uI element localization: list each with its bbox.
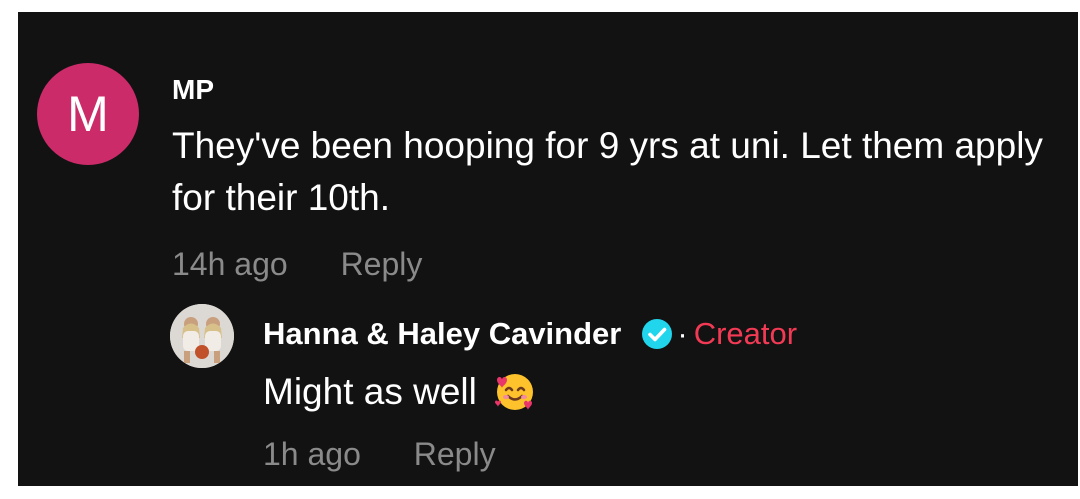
comment-text: They've been hooping for 9 yrs at uni. L… (172, 125, 1043, 218)
separator-dot: · (677, 316, 688, 351)
comment-author[interactable]: MP (172, 72, 214, 108)
comments-panel: M MP They've been hooping for 9 yrs at u… (18, 12, 1078, 486)
reply-text: Might as well (263, 371, 477, 412)
avatar[interactable]: M (37, 63, 139, 165)
reply-meta: 1h ago Reply (263, 434, 496, 474)
smiling-face-with-hearts-icon (493, 370, 537, 414)
reply-author[interactable]: Hanna & Haley Cavinder (263, 314, 621, 354)
reply-button[interactable]: Reply (414, 436, 496, 472)
reply-text-row: Might as well (263, 367, 537, 417)
reply-author-row: Hanna & Haley Cavinder · Creator (263, 314, 797, 354)
profile-photo-icon[interactable] (170, 304, 234, 368)
creator-badge: Creator (693, 316, 798, 351)
reply-button[interactable]: Reply (341, 246, 423, 282)
comment-meta: 14h ago Reply (172, 244, 422, 284)
verified-badge-icon (641, 318, 673, 350)
comment-timestamp: 14h ago (172, 246, 288, 282)
reply-timestamp: 1h ago (263, 436, 361, 472)
